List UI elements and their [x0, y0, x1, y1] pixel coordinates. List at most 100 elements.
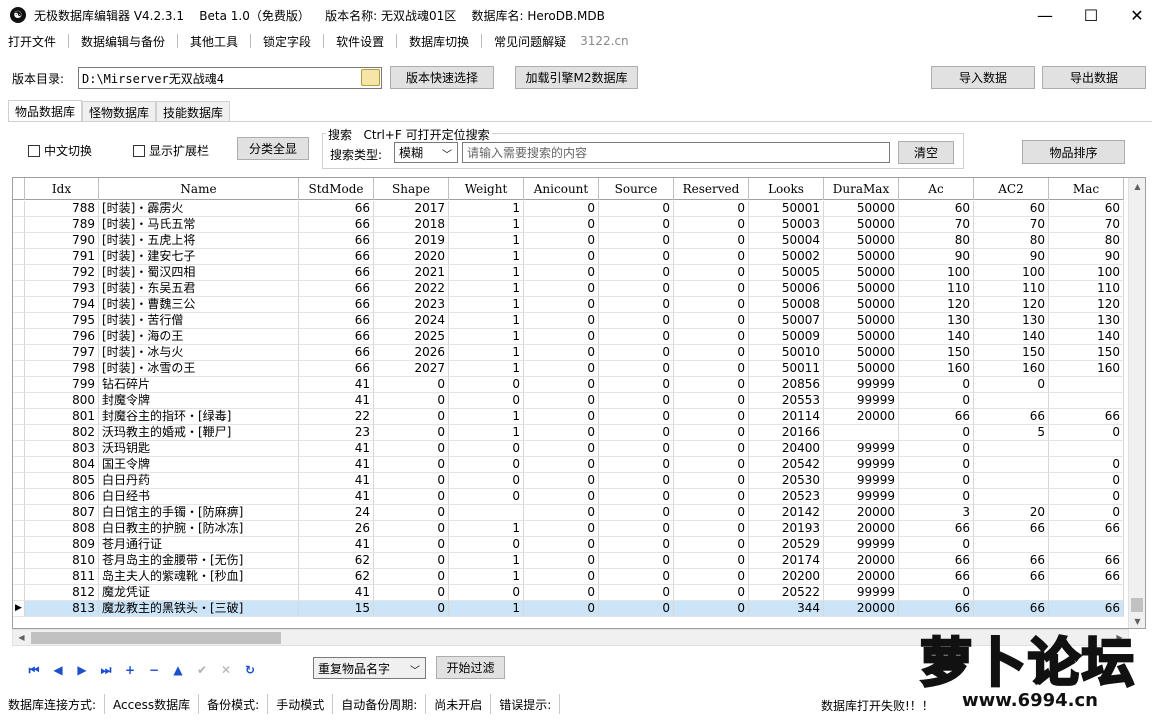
cell-duramax[interactable]: 50000 [824, 361, 899, 377]
cell-looks[interactable]: 50010 [749, 345, 824, 361]
table-row[interactable]: 801 封魔谷主的指环・[绿毒] 22 0 1 0 0 0 20114 20000 66 66 66 [13, 409, 1124, 425]
table-row[interactable]: 807 白日馆主的手镯・[防麻痹] 24 0 0 0 0 20142 20000 3 20 0 [13, 505, 1124, 521]
cell-stdmode[interactable]: 41 [299, 377, 374, 393]
scroll-thumb[interactable] [1131, 598, 1143, 612]
cell-duramax[interactable]: 20000 [824, 521, 899, 537]
cell-name[interactable]: 钻石碎片 [99, 377, 299, 393]
cell-anicount[interactable]: 0 [524, 441, 599, 457]
cell-mac[interactable]: 66 [1049, 409, 1124, 425]
cell-shape[interactable]: 0 [374, 585, 449, 601]
cell-anicount[interactable]: 0 [524, 217, 599, 233]
cell-ac[interactable]: 0 [899, 489, 974, 505]
cell-reserved[interactable]: 0 [674, 409, 749, 425]
cell-ac2[interactable]: 66 [974, 601, 1049, 617]
cell-ac[interactable]: 120 [899, 297, 974, 313]
cell-source[interactable]: 0 [599, 489, 674, 505]
cell-name[interactable]: 白日丹药 [99, 473, 299, 489]
column-header-duramax[interactable]: DuraMax [824, 178, 899, 200]
cell-duramax[interactable]: 50000 [824, 345, 899, 361]
cell-stdmode[interactable]: 41 [299, 393, 374, 409]
cell-duramax[interactable]: 50000 [824, 313, 899, 329]
cell-anicount[interactable]: 0 [524, 233, 599, 249]
cell-shape[interactable]: 2026 [374, 345, 449, 361]
cell-name[interactable]: 魔龙凭证 [99, 585, 299, 601]
cell-mac[interactable] [1049, 441, 1124, 457]
cell-duramax[interactable]: 50000 [824, 265, 899, 281]
cell-shape[interactable]: 0 [374, 537, 449, 553]
cell-looks[interactable]: 50004 [749, 233, 824, 249]
cell-mac[interactable]: 60 [1049, 201, 1124, 217]
cell-looks[interactable]: 50011 [749, 361, 824, 377]
cell-name[interactable]: 岛主夫人的紫魂靴・[秒血] [99, 569, 299, 585]
cell-stdmode[interactable]: 66 [299, 329, 374, 345]
cell-mac[interactable]: 100 [1049, 265, 1124, 281]
cell-name[interactable]: 白日馆主的手镯・[防麻痹] [99, 505, 299, 521]
cell-stdmode[interactable]: 66 [299, 313, 374, 329]
cell-ac[interactable]: 0 [899, 457, 974, 473]
cell-duramax[interactable]: 20000 [824, 569, 899, 585]
cell-idx[interactable]: 788 [25, 201, 99, 217]
cell-idx[interactable]: 801 [25, 409, 99, 425]
cell-weight[interactable]: 0 [449, 537, 524, 553]
cell-stdmode[interactable]: 41 [299, 489, 374, 505]
cell-ac[interactable]: 0 [899, 377, 974, 393]
cell-duramax[interactable] [824, 425, 899, 441]
cell-ac2[interactable]: 100 [974, 265, 1049, 281]
cell-duramax[interactable]: 50000 [824, 329, 899, 345]
cell-name[interactable]: [时装]・苦行僧 [99, 313, 299, 329]
cell-looks[interactable]: 50001 [749, 201, 824, 217]
cell-ac[interactable]: 110 [899, 281, 974, 297]
cell-mac[interactable]: 110 [1049, 281, 1124, 297]
cell-weight[interactable]: 1 [449, 281, 524, 297]
column-header-reserved[interactable]: Reserved [674, 178, 749, 200]
tab-monsters[interactable]: 怪物数据库 [82, 101, 157, 122]
insert-record-icon[interactable]: + [118, 660, 142, 680]
table-row[interactable]: 795 [时装]・苦行僧 66 2024 1 0 0 0 50007 50000 130 130 130 [13, 313, 1124, 329]
show-ext-checkbox[interactable]: 显示扩展栏 [133, 142, 209, 159]
cell-stdmode[interactable]: 66 [299, 345, 374, 361]
column-header-ac2[interactable]: AC2 [974, 178, 1049, 200]
table-row[interactable]: 788 [时装]・霹雳火 66 2017 1 0 0 0 50001 50000 60 60 60 [13, 201, 1124, 217]
scroll-left-icon[interactable]: ◀ [13, 630, 30, 645]
cell-anicount[interactable]: 0 [524, 409, 599, 425]
cell-reserved[interactable]: 0 [674, 489, 749, 505]
cell-stdmode[interactable]: 66 [299, 233, 374, 249]
cancel-record-icon[interactable]: ✕ [214, 660, 238, 680]
cell-shape[interactable]: 0 [374, 473, 449, 489]
cell-source[interactable]: 0 [599, 601, 674, 617]
last-record-icon[interactable]: ⏭ [94, 660, 118, 680]
cell-duramax[interactable]: 50000 [824, 281, 899, 297]
table-row[interactable]: 797 [时装]・冰与火 66 2026 1 0 0 0 50010 50000 150 150 150 [13, 345, 1124, 361]
cell-idx[interactable]: 795 [25, 313, 99, 329]
table-row[interactable]: 811 岛主夫人的紫魂靴・[秒血] 62 0 1 0 0 0 20200 20000 66 66 66 [13, 569, 1124, 585]
cell-reserved[interactable]: 0 [674, 441, 749, 457]
cell-looks[interactable]: 20200 [749, 569, 824, 585]
cell-anicount[interactable]: 0 [524, 553, 599, 569]
cell-weight[interactable]: 0 [449, 585, 524, 601]
cell-shape[interactable]: 0 [374, 393, 449, 409]
cell-idx[interactable]: 810 [25, 553, 99, 569]
cell-stdmode[interactable]: 66 [299, 265, 374, 281]
cell-shape[interactable]: 0 [374, 377, 449, 393]
cell-weight[interactable]: 0 [449, 377, 524, 393]
cell-anicount[interactable]: 0 [524, 281, 599, 297]
cell-name[interactable]: 国王令牌 [99, 457, 299, 473]
clear-button[interactable]: 清空 [898, 141, 954, 164]
cell-duramax[interactable]: 50000 [824, 217, 899, 233]
cell-looks[interactable]: 50009 [749, 329, 824, 345]
cell-shape[interactable]: 0 [374, 489, 449, 505]
cell-duramax[interactable]: 99999 [824, 457, 899, 473]
table-row[interactable]: 803 沃玛钥匙 41 0 0 0 0 0 20400 99999 0 [13, 441, 1124, 457]
cell-source[interactable]: 0 [599, 425, 674, 441]
cell-duramax[interactable]: 99999 [824, 377, 899, 393]
cell-name[interactable]: [时装]・五虎上将 [99, 233, 299, 249]
cell-ac[interactable]: 66 [899, 569, 974, 585]
table-row[interactable]: 796 [时装]・海の王 66 2025 1 0 0 0 50009 50000 140 140 140 [13, 329, 1124, 345]
table-row[interactable]: 812 魔龙凭证 41 0 0 0 0 0 20522 99999 0 [13, 585, 1124, 601]
cell-ac2[interactable]: 0 [974, 377, 1049, 393]
cell-idx[interactable]: 807 [25, 505, 99, 521]
cell-stdmode[interactable]: 41 [299, 457, 374, 473]
cell-mac[interactable]: 0 [1049, 457, 1124, 473]
cell-ac[interactable]: 66 [899, 521, 974, 537]
cell-weight[interactable]: 1 [449, 217, 524, 233]
